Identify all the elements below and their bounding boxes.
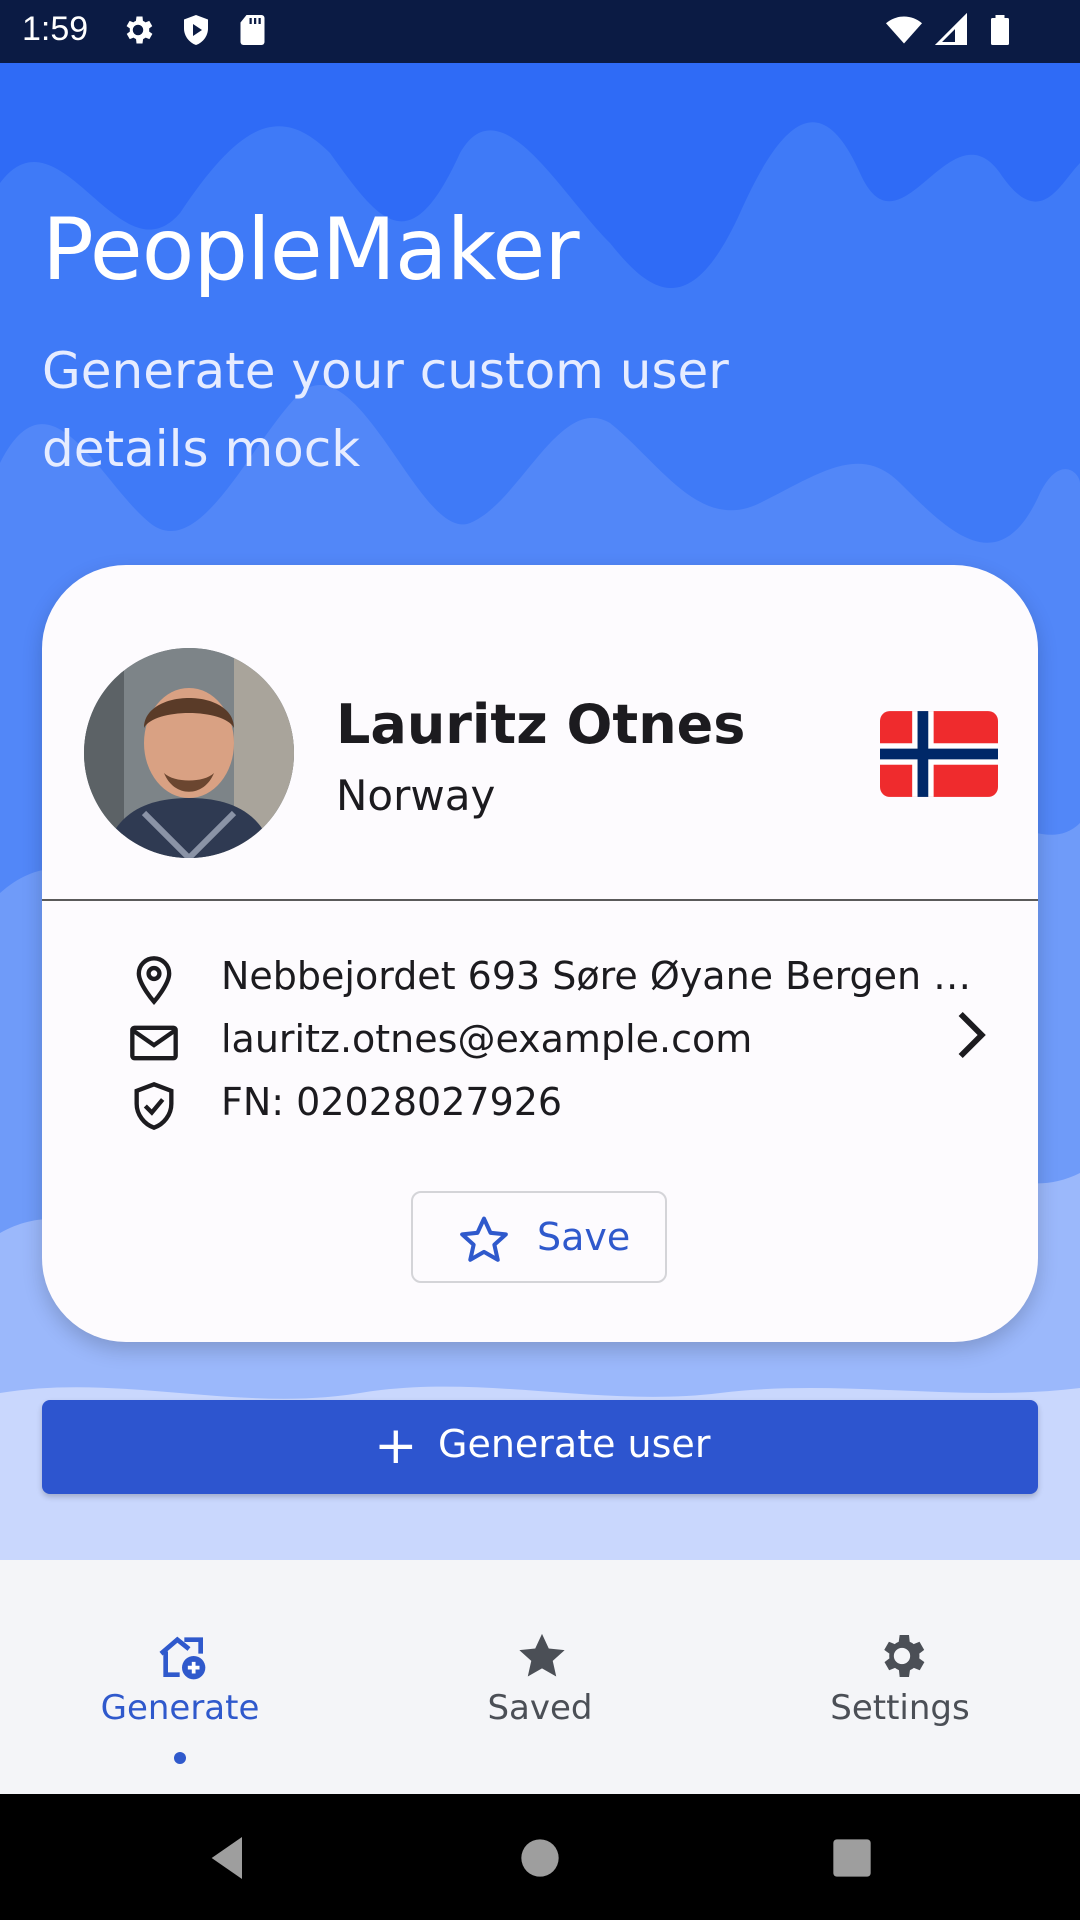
id-row: FN: 02028027926 [84, 1074, 944, 1134]
star-icon [519, 1633, 565, 1677]
avatar-photo [84, 648, 294, 858]
norway-flag-icon [880, 711, 998, 797]
plus-icon: + [374, 1416, 418, 1476]
signal-icon [934, 12, 967, 45]
active-indicator-dot [174, 1752, 186, 1764]
user-country: Norway [336, 771, 496, 820]
home-add-icon [159, 1636, 206, 1680]
star-outline-icon [460, 1216, 508, 1262]
chevron-right-icon[interactable] [942, 1005, 998, 1065]
app-title: PeopleMaker [42, 200, 580, 300]
nav-item-generate[interactable]: Generate [0, 1560, 360, 1794]
email-row: lauritz.otnes@example.com [84, 1011, 944, 1071]
gear-icon [884, 1635, 925, 1677]
address-text: Nebbejordet 693 Søre Øyane Bergen … [221, 954, 972, 998]
user-name: Lauritz Otnes [336, 693, 746, 756]
nav-item-settings[interactable]: Settings [720, 1560, 1080, 1794]
nav-label-generate: Generate [100, 1688, 260, 1728]
status-bar: 1:59 [0, 0, 1080, 63]
system-navigation-bar [0, 1794, 1080, 1920]
battery-icon [991, 15, 1009, 45]
recents-icon[interactable] [824, 1830, 880, 1886]
sd-card-icon [240, 15, 265, 45]
nav-label-saved: Saved [487, 1688, 593, 1728]
home-icon[interactable] [512, 1830, 568, 1886]
nav-label-settings: Settings [830, 1688, 970, 1728]
wifi-icon [886, 16, 922, 44]
gear-icon [126, 16, 153, 44]
generate-user-button[interactable]: + Generate user [42, 1400, 1038, 1494]
mail-icon [130, 1025, 178, 1061]
save-button[interactable]: Save [411, 1191, 667, 1283]
status-time: 1:59 [22, 10, 89, 48]
email-text: lauritz.otnes@example.com [221, 1017, 753, 1061]
nav-item-saved[interactable]: Saved [360, 1560, 720, 1794]
back-icon[interactable] [200, 1830, 256, 1886]
avatar [84, 648, 294, 858]
address-row: Nebbejordet 693 Søre Øyane Bergen … [84, 948, 971, 1008]
bottom-navigation: Generate Saved Settings [0, 1560, 1080, 1794]
shield-check-icon [134, 1082, 174, 1130]
card-divider [42, 899, 1038, 901]
location-pin-icon [136, 956, 172, 1005]
generate-user-label: Generate user [438, 1422, 711, 1466]
shield-icon [184, 15, 208, 45]
save-button-label: Save [537, 1215, 631, 1259]
id-text: FN: 02028027926 [221, 1080, 563, 1124]
user-card: Lauritz Otnes Norway Nebbejordet 693 Sør… [42, 565, 1038, 1342]
app-subtitle: Generate your custom user details mock [42, 342, 729, 478]
